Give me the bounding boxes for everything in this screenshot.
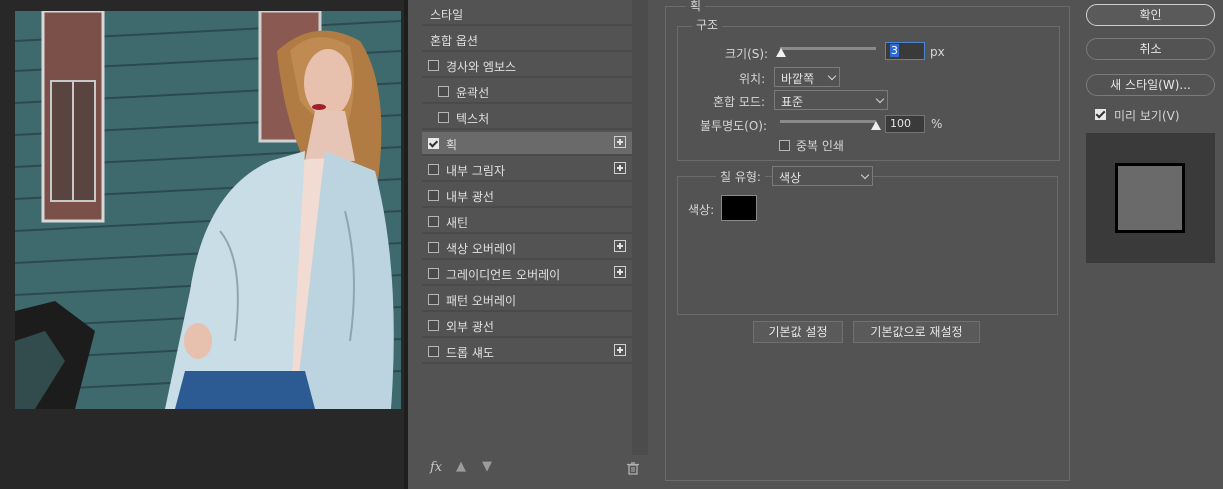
size-label: 크기(S): (725, 47, 769, 61)
style-item-gradient-overlay[interactable]: 그레이디언트 오버레이 (422, 262, 632, 286)
add-effect-icon[interactable] (614, 240, 626, 252)
style-list-scrollbar[interactable] (632, 0, 648, 455)
style-item-pattern-overlay[interactable]: 패턴 오버레이 (422, 288, 632, 312)
style-checkbox[interactable] (428, 294, 439, 305)
chevron-down-icon (860, 170, 870, 180)
style-checkbox[interactable] (428, 242, 439, 253)
style-item-label: 내부 광선 (446, 190, 494, 204)
make-default-button[interactable]: 기본값 설정 (753, 321, 843, 343)
position-dropdown-value: 바깥쪽 (781, 72, 815, 86)
opacity-label: 불투명도(O): (700, 119, 768, 133)
opacity-input[interactable]: 100 (885, 115, 925, 133)
style-item-contour[interactable]: 윤곽선 (422, 80, 632, 104)
fill-type-value: 색상 (779, 171, 802, 185)
panel-divider[interactable] (404, 0, 408, 489)
size-slider-track[interactable] (780, 47, 876, 50)
color-label: 색상: (688, 203, 715, 217)
size-input-value: 3 (890, 44, 899, 57)
style-item-bevel-emboss[interactable]: 경사와 엠보스 (422, 54, 632, 78)
chevron-down-icon (875, 94, 885, 104)
style-item-label: 외부 광선 (446, 320, 494, 334)
arrow-down-icon[interactable]: ▼ (482, 459, 492, 474)
style-item-label: 스타일 (430, 8, 464, 22)
preview-label: 미리 보기(V) (1114, 109, 1180, 123)
style-item-inner-shadow[interactable]: 내부 그림자 (422, 158, 632, 182)
trash-icon[interactable] (627, 462, 639, 475)
canvas-area (0, 0, 404, 489)
stroke-color-swatch[interactable] (721, 195, 757, 221)
blend-mode-dropdown[interactable]: 표준 (774, 90, 888, 110)
style-item-label: 그레이디언트 오버레이 (446, 268, 561, 282)
arrow-up-icon[interactable]: ▲ (456, 459, 466, 474)
preview-swatch (1115, 163, 1185, 233)
size-slider-thumb[interactable] (776, 48, 786, 57)
layer-style-list: 스타일 혼합 옵션 경사와 엠보스 윤곽선 텍스처 획 내부 그림자 내부 광선… (422, 0, 632, 450)
preview-checkbox[interactable] (1095, 109, 1106, 120)
ok-button[interactable]: 확인 (1086, 4, 1215, 26)
style-item-label: 새틴 (446, 216, 469, 230)
position-dropdown[interactable]: 바깥쪽 (774, 67, 840, 87)
style-checkbox[interactable] (438, 112, 449, 123)
opacity-slider-thumb[interactable] (871, 121, 881, 130)
style-item-label: 획 (446, 138, 458, 152)
style-preview (1086, 133, 1215, 263)
style-list-toolbar: fx ▲ ▼ (422, 456, 648, 482)
style-item-label: 색상 오버레이 (446, 242, 517, 256)
position-label: 위치: (739, 72, 766, 86)
structure-legend: 구조 (692, 16, 723, 33)
overprint-checkbox[interactable] (779, 140, 790, 151)
add-effect-icon[interactable] (614, 162, 626, 174)
style-item-drop-shadow[interactable]: 드롭 섀도 (422, 340, 632, 364)
style-item-label: 텍스처 (456, 112, 490, 126)
style-checkbox[interactable] (428, 216, 439, 227)
size-input[interactable]: 3 (885, 42, 925, 60)
style-item-satin[interactable]: 새틴 (422, 210, 632, 234)
fill-type-dropdown[interactable]: 색상 (772, 166, 873, 186)
fill-type-label: 칠 유형: (716, 168, 765, 185)
style-item-texture[interactable]: 텍스처 (422, 106, 632, 130)
document-photo (15, 11, 401, 409)
style-item-label: 혼합 옵션 (430, 34, 478, 48)
new-style-button[interactable]: 새 스타일(W)... (1086, 74, 1215, 96)
blend-mode-value: 표준 (781, 95, 804, 109)
size-unit: px (930, 45, 945, 59)
opacity-unit: % (931, 117, 943, 131)
style-checkbox[interactable] (438, 86, 449, 97)
style-checkbox[interactable] (428, 138, 439, 149)
add-effect-icon[interactable] (614, 136, 626, 148)
style-item-blending-options[interactable]: 혼합 옵션 (422, 28, 632, 52)
style-item-label: 드롭 섀도 (446, 346, 494, 360)
add-effect-icon[interactable] (614, 266, 626, 278)
style-checkbox[interactable] (428, 268, 439, 279)
style-checkbox[interactable] (428, 60, 439, 71)
style-item-outer-glow[interactable]: 외부 광선 (422, 314, 632, 338)
style-item-label: 패턴 오버레이 (446, 294, 517, 308)
style-checkbox[interactable] (428, 320, 439, 331)
style-item-color-overlay[interactable]: 색상 오버레이 (422, 236, 632, 260)
style-item-label: 경사와 엠보스 (446, 60, 517, 74)
style-checkbox[interactable] (428, 346, 439, 357)
style-item-stroke[interactable]: 획 (422, 132, 632, 156)
reset-default-button[interactable]: 기본값으로 재설정 (853, 321, 980, 343)
style-checkbox[interactable] (428, 190, 439, 201)
style-item-inner-glow[interactable]: 내부 광선 (422, 184, 632, 208)
fx-icon[interactable]: fx (430, 460, 442, 475)
add-effect-icon[interactable] (614, 344, 626, 356)
style-item-label: 내부 그림자 (446, 164, 506, 178)
style-item-styles[interactable]: 스타일 (422, 2, 632, 26)
blend-mode-label: 혼합 모드: (713, 95, 766, 109)
opacity-slider-track[interactable] (780, 120, 876, 123)
panel-title: 획 (686, 0, 706, 14)
cancel-button[interactable]: 취소 (1086, 38, 1215, 60)
style-item-label: 윤곽선 (456, 86, 490, 100)
overprint-label: 중복 인쇄 (796, 139, 844, 153)
chevron-down-icon (827, 71, 837, 81)
style-checkbox[interactable] (428, 164, 439, 175)
